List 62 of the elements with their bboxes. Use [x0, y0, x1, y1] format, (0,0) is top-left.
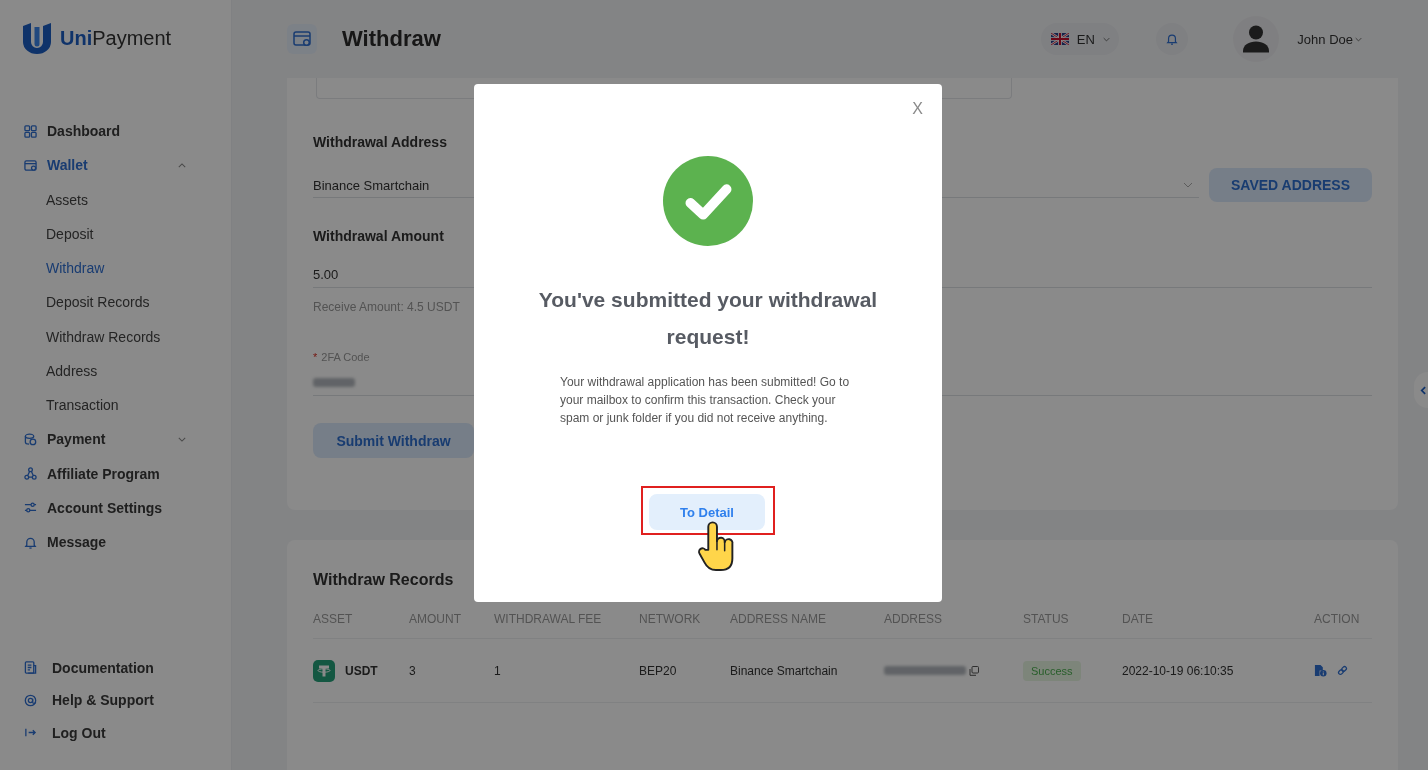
page-title: Withdraw [342, 26, 441, 52]
nav-item[interactable]: Affiliate Program [0, 456, 231, 491]
logo-text: UniPayment [60, 26, 172, 51]
nav-subitem[interactable]: Withdraw Records [0, 319, 231, 354]
success-check-icon [663, 156, 753, 246]
copy-icon[interactable] [969, 665, 979, 676]
table-cell: 3 [409, 663, 416, 678]
at-sign-icon [24, 693, 37, 707]
user-menu[interactable]: John Doe [1297, 31, 1362, 47]
chevron-icon [1183, 182, 1193, 188]
status-badge: Success [1023, 660, 1081, 681]
link-icon[interactable] [1337, 665, 1348, 676]
nav-item[interactable]: Documentation [0, 651, 231, 684]
nav-item[interactable]: Account Settings [0, 490, 231, 525]
coin-icon [313, 659, 335, 682]
close-button[interactable]: X [912, 99, 923, 119]
nav-item[interactable]: Wallet [0, 148, 231, 183]
nav-item[interactable]: Log Out [0, 716, 231, 749]
table-cell: USDT [345, 663, 378, 678]
chevron-left-icon [1419, 385, 1426, 395]
nav-subitem[interactable]: Address [0, 353, 231, 388]
bell-icon [24, 535, 37, 549]
table-cell: 2022-10-19 06:10:35 [1122, 663, 1234, 678]
coins-icon [24, 432, 37, 446]
table-cell: Binance Smartchain [730, 663, 838, 678]
nav-subitem[interactable]: Deposit [0, 216, 231, 251]
notifications-button[interactable] [1156, 23, 1189, 55]
submit-button[interactable]: Submit Withdraw [313, 423, 474, 458]
grid-icon [24, 124, 37, 138]
section-title: Withdraw Records [313, 570, 454, 590]
field-label: Withdrawal Address [313, 133, 447, 152]
collapse-tab[interactable] [1414, 372, 1428, 408]
nav-subitem[interactable]: Withdraw [0, 251, 231, 286]
hand-pointer-icon [696, 520, 736, 572]
to-detail-button[interactable]: To Detail [649, 494, 765, 530]
flag-icon [1050, 33, 1069, 45]
nav-item[interactable]: Payment [0, 422, 231, 457]
document-info-icon[interactable] [1314, 664, 1327, 677]
nav-subitem[interactable]: Assets [0, 182, 231, 217]
dialog-title: You've submitted your withdrawal request! [537, 287, 879, 350]
required-mark: * [313, 350, 318, 365]
nav-item[interactable]: Help & Support [0, 684, 231, 717]
field-label: Withdrawal Amount [313, 227, 444, 246]
dialog-message: Your withdrawal application has been submitted! Go to your mailbox to confirm this transaction. Check your spam or junk folder if you did not receive anything. [560, 374, 851, 427]
document-icon [24, 661, 37, 675]
saved-address-button[interactable]: SAVED ADDRESS [1209, 168, 1372, 202]
table-cell: 1 [494, 663, 501, 678]
wallet-icon [24, 158, 37, 172]
nav-subitem[interactable]: Transaction [0, 388, 231, 423]
language-selector[interactable]: EN [1041, 23, 1120, 55]
sliders-icon [24, 501, 37, 515]
bell-icon [1166, 33, 1179, 45]
wallet-icon [287, 24, 317, 54]
blurred-value [313, 377, 355, 387]
chevron-icon [1102, 36, 1110, 42]
nav-item[interactable]: Message [0, 525, 231, 560]
table-cell: BEP20 [639, 663, 677, 678]
nav-item[interactable]: Dashboard [0, 114, 231, 149]
chevron-icon [1355, 36, 1362, 42]
nav-subitem[interactable]: Deposit Records [0, 285, 231, 320]
logo-icon [22, 22, 52, 54]
nodes-icon [24, 467, 37, 481]
